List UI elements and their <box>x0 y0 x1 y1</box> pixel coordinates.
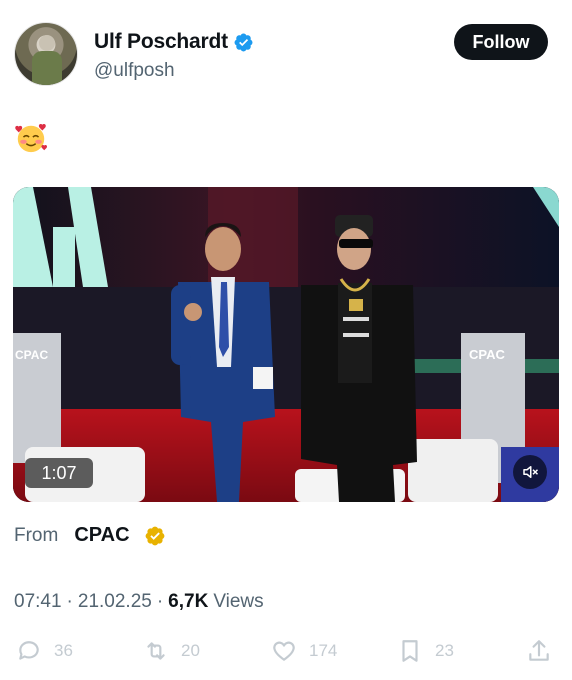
author-avatar[interactable] <box>14 22 78 86</box>
tweet-header: Ulf Poschardt @ulfposh Follow <box>14 18 558 88</box>
video-source: From CPAC <box>14 524 166 547</box>
action-bar: 36 20 174 23 <box>0 633 572 669</box>
tweet-date[interactable]: 21.02.25 <box>78 591 152 613</box>
share-button[interactable] <box>526 633 552 669</box>
author-name-row: Ulf Poschardt <box>94 30 254 54</box>
reply-count: 36 <box>54 641 73 660</box>
stage-sign-right: CPAC <box>469 347 505 362</box>
stage-sign-left: CPAC <box>15 348 48 362</box>
share-icon <box>529 640 549 661</box>
follow-button[interactable]: Follow <box>454 24 548 60</box>
stage-sign-right-text: CPAC <box>469 347 505 362</box>
views-label: Views <box>213 591 264 612</box>
verified-badge-icon <box>234 33 253 51</box>
from-label: From <box>14 524 59 546</box>
reply-button[interactable]: 36 <box>16 633 73 669</box>
speaker-muted-icon <box>523 466 539 478</box>
like-button[interactable]: 174 <box>271 633 337 669</box>
repost-icon <box>147 642 165 660</box>
repost-button[interactable]: 20 <box>143 633 200 669</box>
separator-dot: · <box>66 591 73 612</box>
views-count: 6,7K <box>168 591 209 612</box>
video-player[interactable]: CPAC CPAC 1:07 <box>13 187 559 502</box>
tweet-time[interactable]: 07:41 <box>14 591 62 613</box>
separator-dot: · <box>156 591 164 612</box>
bookmark-icon <box>402 640 418 662</box>
smiling-face-with-hearts-icon <box>15 124 48 153</box>
avatar-figure-head <box>39 35 55 51</box>
avatar-figure-body <box>32 51 62 85</box>
heart-icon <box>273 641 295 661</box>
like-count: 174 <box>309 641 338 660</box>
stage-sign-left-text: CPAC <box>15 348 48 362</box>
author-handle[interactable]: @ulfposh <box>94 60 175 82</box>
repost-count: 20 <box>181 641 200 660</box>
bookmark-count: 23 <box>435 641 454 660</box>
source-name[interactable]: CPAC <box>74 524 129 547</box>
verified-organization-badge-icon <box>145 526 164 545</box>
tweet-meta: 07:41 · 21.02.25 · 6,7K Views <box>14 591 264 613</box>
reply-icon <box>19 641 39 660</box>
video-duration-badge: 1:07 <box>25 458 93 488</box>
bookmark-button[interactable]: 23 <box>397 633 454 669</box>
video-frame: CPAC CPAC <box>13 187 559 502</box>
author-name[interactable]: Ulf Poschardt <box>94 30 228 54</box>
mute-toggle-button[interactable] <box>513 455 547 489</box>
